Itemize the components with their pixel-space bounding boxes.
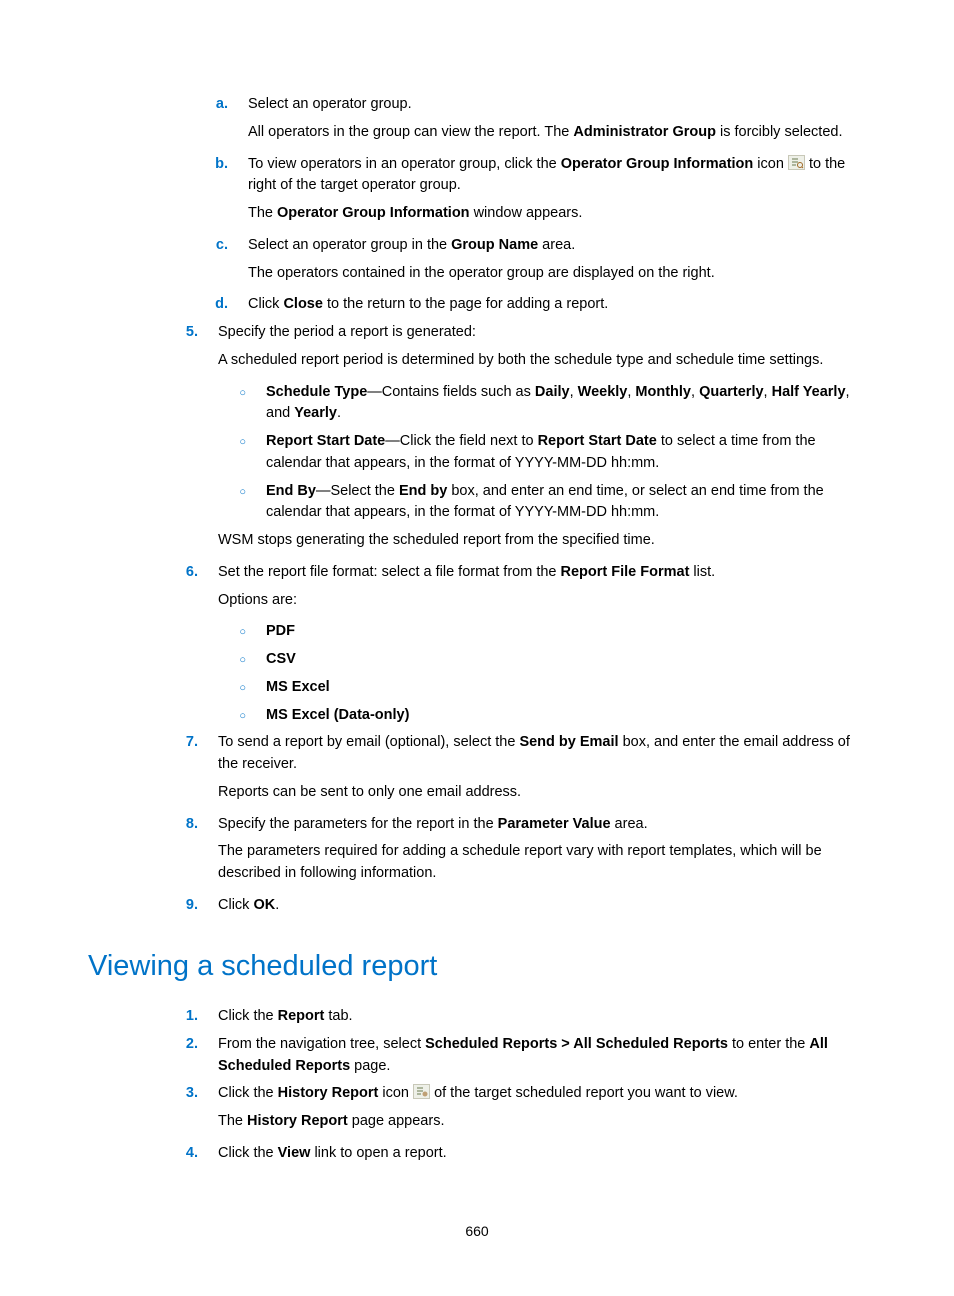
- page-number: 660: [0, 1221, 954, 1242]
- bullet-icon: ○: [208, 382, 246, 426]
- substep-d: d. Click Close to the return to the page…: [88, 294, 866, 316]
- substep-text: Click Close to the return to the page fo…: [228, 294, 866, 316]
- step5-bullet-schedule-type: ○ Schedule Type—Contains fields such as …: [88, 382, 866, 426]
- section-heading: Viewing a scheduled report: [88, 945, 866, 989]
- step-8: 8. Specify the parameters for the report…: [88, 814, 866, 836]
- bullet-icon: ○: [208, 621, 246, 643]
- step-6-options-label: Options are:: [218, 590, 866, 612]
- step6-option-excel: ○ MS Excel: [88, 677, 866, 699]
- step-text: Set the report file format: select a fil…: [198, 562, 866, 584]
- substep-c: c. Select an operator group in the Group…: [88, 235, 866, 257]
- view-step-2: 2. From the navigation tree, select Sche…: [88, 1034, 866, 1078]
- substep-label: a.: [190, 94, 228, 116]
- step5-bullet-start-date: ○ Report Start Date—Click the field next…: [88, 431, 866, 475]
- step-label: 8.: [160, 814, 198, 836]
- option-text: MS Excel: [246, 677, 866, 699]
- substep-a: a. Select an operator group.: [88, 94, 866, 116]
- operator-group-info-icon: [788, 155, 805, 170]
- document-page: a. Select an operator group. All operato…: [0, 0, 954, 1296]
- option-text: MS Excel (Data-only): [246, 705, 866, 727]
- step6-option-excel-data-only: ○ MS Excel (Data-only): [88, 705, 866, 727]
- step-text: Specify the parameters for the report in…: [198, 814, 866, 836]
- substep-b-detail: The Operator Group Information window ap…: [248, 203, 866, 225]
- substep-text: Select an operator group.: [228, 94, 866, 116]
- bullet-icon: ○: [208, 431, 246, 475]
- step-text: Click the History Report icon of the tar…: [198, 1083, 866, 1105]
- substep-label: b.: [190, 154, 228, 198]
- bullet-icon: ○: [208, 481, 246, 525]
- step-text: Click OK.: [198, 895, 866, 917]
- step6-option-csv: ○ CSV: [88, 649, 866, 671]
- step6-option-pdf: ○ PDF: [88, 621, 866, 643]
- substep-text: To view operators in an operator group, …: [228, 154, 866, 198]
- step-8-detail: The parameters required for adding a sch…: [218, 841, 866, 885]
- substep-text: Select an operator group in the Group Na…: [228, 235, 866, 257]
- substep-label: c.: [190, 235, 228, 257]
- step5-bullet-end-by: ○ End By—Select the End by box, and ente…: [88, 481, 866, 525]
- step-5: 5. Specify the period a report is genera…: [88, 322, 866, 344]
- step-7: 7. To send a report by email (optional),…: [88, 732, 866, 776]
- step-label: 1.: [160, 1006, 198, 1028]
- step-label: 4.: [160, 1143, 198, 1165]
- option-text: PDF: [246, 621, 866, 643]
- step-text: Specify the period a report is generated…: [198, 322, 866, 344]
- view-step-1: 1. Click the Report tab.: [88, 1006, 866, 1028]
- step-label: 6.: [160, 562, 198, 584]
- step-text: From the navigation tree, select Schedul…: [198, 1034, 866, 1078]
- step-label: 5.: [160, 322, 198, 344]
- bullet-icon: ○: [208, 677, 246, 699]
- bullet-text: Report Start Date—Click the field next t…: [246, 431, 866, 475]
- step-5-detail: A scheduled report period is determined …: [218, 350, 866, 372]
- step-9: 9. Click OK.: [88, 895, 866, 917]
- bullet-icon: ○: [208, 649, 246, 671]
- view-step-3-detail: The History Report page appears.: [218, 1111, 866, 1133]
- bullet-text: End By—Select the End by box, and enter …: [246, 481, 866, 525]
- step-label: 2.: [160, 1034, 198, 1078]
- step-label: 3.: [160, 1083, 198, 1105]
- step-label: 7.: [160, 732, 198, 776]
- step-text: Click the Report tab.: [198, 1006, 866, 1028]
- view-step-3: 3. Click the History Report icon of the …: [88, 1083, 866, 1105]
- history-report-icon: [413, 1084, 430, 1099]
- step-7-detail: Reports can be sent to only one email ad…: [218, 782, 866, 804]
- step-6: 6. Set the report file format: select a …: [88, 562, 866, 584]
- substep-label: d.: [190, 294, 228, 316]
- option-text: CSV: [246, 649, 866, 671]
- step-text: To send a report by email (optional), se…: [198, 732, 866, 776]
- view-step-4: 4. Click the View link to open a report.: [88, 1143, 866, 1165]
- bullet-text: Schedule Type—Contains fields such as Da…: [246, 382, 866, 426]
- bullet-icon: ○: [208, 705, 246, 727]
- step-text: Click the View link to open a report.: [198, 1143, 866, 1165]
- substep-c-detail: The operators contained in the operator …: [248, 263, 866, 285]
- substep-b: b. To view operators in an operator grou…: [88, 154, 866, 198]
- substep-a-detail: All operators in the group can view the …: [248, 122, 866, 144]
- step-label: 9.: [160, 895, 198, 917]
- step-5-note: WSM stops generating the scheduled repor…: [218, 530, 866, 552]
